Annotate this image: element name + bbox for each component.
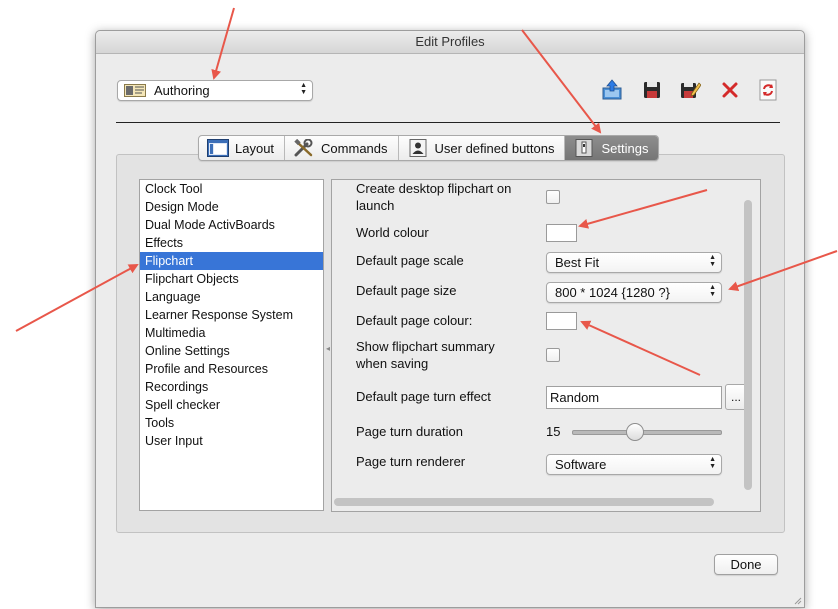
- refresh-icon[interactable]: [757, 79, 779, 101]
- tab-settings[interactable]: Settings: [565, 136, 659, 160]
- list-item[interactable]: Clock Tool: [140, 180, 323, 198]
- delete-icon[interactable]: [719, 79, 741, 101]
- tools-icon: [294, 139, 313, 157]
- default-page-size-select[interactable]: 800 * 1024 {1280 ?} ▲ ▼: [546, 282, 722, 303]
- page-turn-renderer-label: Page turn renderer: [356, 454, 466, 469]
- done-button[interactable]: Done: [714, 554, 778, 575]
- page-turn-effect-value: Random: [550, 390, 600, 405]
- user-button-icon: [409, 139, 427, 157]
- create-desktop-label: Create desktop flipchart on: [356, 181, 512, 196]
- horizontal-scrollbar[interactable]: [334, 498, 714, 506]
- page-turn-effect-field[interactable]: Random: [546, 386, 722, 409]
- edit-profiles-window: Edit Profiles Authoring ▲ ▼ Layout Comma…: [95, 30, 805, 608]
- vertical-scrollbar[interactable]: [744, 200, 752, 490]
- default-page-size-value: 800 * 1024 {1280 ?}: [555, 285, 670, 300]
- popup-stepper-icon: ▲ ▼: [709, 284, 716, 298]
- profile-card-icon: [124, 84, 146, 97]
- category-list[interactable]: Clock Tool Design Mode Dual Mode ActivBoar…: [139, 179, 324, 511]
- page-turn-duration-slider-knob[interactable]: [626, 423, 645, 441]
- default-page-size-label: Default page size: [356, 283, 457, 298]
- popup-stepper-icon: ▲ ▼: [300, 82, 307, 96]
- world-colour-label: World colour: [356, 225, 429, 240]
- page-turn-renderer-select[interactable]: Software ▲ ▼: [546, 454, 722, 475]
- list-item[interactable]: Learner Response System: [140, 306, 323, 324]
- default-page-scale-label: Default page scale: [356, 253, 464, 268]
- list-item[interactable]: Design Mode: [140, 198, 323, 216]
- show-summary-label-line2: when saving: [356, 356, 429, 371]
- list-item[interactable]: Language: [140, 288, 323, 306]
- window-title: Edit Profiles: [96, 31, 804, 54]
- create-desktop-checkbox[interactable]: [546, 190, 560, 204]
- page-turn-renderer-value: Software: [555, 457, 607, 472]
- separator: [116, 122, 780, 123]
- tab-commands[interactable]: Commands: [285, 136, 399, 160]
- page-turn-duration-value: 15: [546, 424, 561, 439]
- profile-select-value: Authoring: [154, 83, 210, 98]
- tab-user-defined-buttons[interactable]: User defined buttons: [399, 136, 566, 160]
- list-item[interactable]: Flipchart Objects: [140, 270, 323, 288]
- profile-select[interactable]: Authoring ▲ ▼: [117, 80, 313, 101]
- tab-layout[interactable]: Layout: [199, 136, 286, 160]
- list-item[interactable]: Tools: [140, 414, 323, 432]
- settings-icon: [575, 139, 593, 157]
- default-page-scale-value: Best Fit: [555, 255, 600, 270]
- export-icon[interactable]: [601, 79, 623, 101]
- resize-grip-icon[interactable]: [792, 595, 802, 605]
- list-item[interactable]: Multimedia: [140, 324, 323, 342]
- tab-user-defined-buttons-label: User defined buttons: [434, 140, 555, 156]
- list-item[interactable]: Dual Mode ActivBoards: [140, 216, 323, 234]
- list-item[interactable]: Online Settings: [140, 342, 323, 360]
- flipchart-settings-pane: Create desktop flipchart on launch World…: [331, 179, 761, 512]
- page-turn-effect-label: Default page turn effect: [356, 389, 491, 404]
- default-page-scale-select[interactable]: Best Fit ▲ ▼: [546, 252, 722, 273]
- list-item[interactable]: Recordings: [140, 378, 323, 396]
- list-item[interactable]: Spell checker: [140, 396, 323, 414]
- tab-bar: Layout Commands User defined buttons Set…: [198, 135, 660, 161]
- save-icon[interactable]: [641, 79, 663, 101]
- default-page-colour-swatch[interactable]: [546, 312, 577, 330]
- list-item[interactable]: Effects: [140, 234, 323, 252]
- layout-icon: [207, 139, 229, 157]
- list-item[interactable]: Flipchart: [140, 252, 323, 270]
- default-page-colour-label: Default page colour:: [356, 313, 473, 328]
- tab-layout-label: Layout: [235, 140, 275, 156]
- page-turn-duration-slider[interactable]: [572, 430, 722, 435]
- tab-settings-label: Settings: [601, 140, 649, 156]
- splitter-handle[interactable]: ◂: [326, 344, 330, 353]
- list-item[interactable]: User Input: [140, 432, 323, 450]
- save-as-icon[interactable]: [679, 79, 701, 101]
- popup-stepper-icon: ▲ ▼: [709, 254, 716, 268]
- show-summary-checkbox[interactable]: [546, 348, 560, 362]
- world-colour-swatch[interactable]: [546, 224, 577, 242]
- list-item[interactable]: Profile and Resources: [140, 360, 323, 378]
- popup-stepper-icon: ▲ ▼: [709, 456, 716, 470]
- tab-commands-label: Commands: [321, 140, 388, 156]
- show-summary-label: Show flipchart summary: [356, 339, 495, 354]
- page-turn-duration-label: Page turn duration: [356, 424, 463, 439]
- create-desktop-label-line2: launch: [356, 198, 395, 213]
